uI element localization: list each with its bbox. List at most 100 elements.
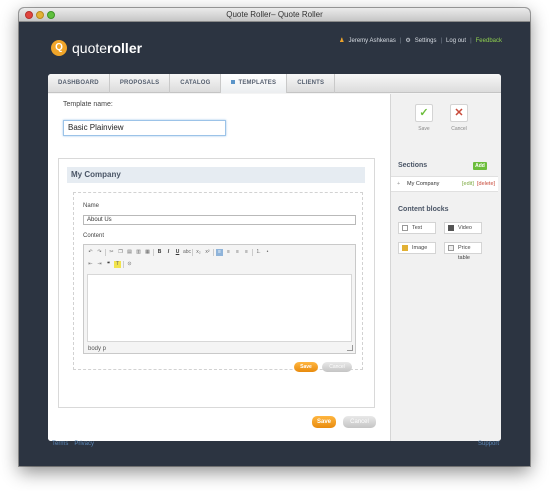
block-price-table[interactable]: Price table	[444, 242, 482, 261]
minimize-window-button[interactable]	[36, 11, 44, 19]
editor-toolbar-row-1: ↶ ↷ ✂ ❐ ▤ ▥ ▦ B I U abc x₂ x² ≡ ≡ ≡ ≡ ⒈ …	[87, 249, 271, 256]
outdent-icon[interactable]: ⇤	[87, 261, 94, 268]
editor-toolbar-row-2: ⇤ ⇥ ❝ T ⊙	[87, 261, 133, 268]
block-text[interactable]: Text	[398, 222, 436, 234]
toolbar-separator	[192, 249, 193, 256]
image-block-icon	[402, 245, 408, 251]
video-block-icon	[448, 225, 454, 231]
section-item-name: My Company	[407, 181, 440, 187]
logo-mark-icon: Q	[51, 40, 67, 56]
drag-handle-icon[interactable]: +	[397, 177, 400, 191]
cut-icon[interactable]: ✂	[108, 249, 115, 256]
underline-icon[interactable]: U	[174, 249, 181, 256]
main-panel: DASHBOARD PROPOSALS CATALOG TEMPLATES CL…	[48, 74, 501, 441]
section-form: Name About Us Content ↶ ↷ ✂ ❐ ▤ ▥ ▦ B I …	[73, 192, 363, 372]
separator: |	[470, 37, 472, 44]
window-title: Quote Roller– Quote Roller	[226, 10, 323, 19]
align-center-icon[interactable]: ≡	[225, 249, 232, 256]
save-check-icon[interactable]: ✓	[415, 104, 433, 122]
settings-link[interactable]: Settings	[415, 38, 437, 44]
tab-dashboard[interactable]: DASHBOARD	[48, 74, 110, 93]
sections-title: Sections	[398, 162, 428, 169]
section-title: My Company	[67, 167, 365, 183]
template-name-label: Template name:	[63, 101, 113, 108]
undo-icon[interactable]: ↶	[87, 249, 94, 256]
rich-text-editor: ↶ ↷ ✂ ❐ ▤ ▥ ▦ B I U abc x₂ x² ≡ ≡ ≡ ≡ ⒈ …	[83, 244, 356, 354]
section-cancel-button[interactable]: Cancel	[322, 362, 352, 372]
separator: |	[440, 37, 443, 44]
text-block-icon	[402, 225, 408, 231]
sidebar-save-label: Save	[418, 126, 430, 132]
toolbar-separator	[105, 249, 106, 256]
toolbar-separator	[252, 249, 253, 256]
edit-section-link[interactable]: [edit]	[462, 177, 474, 191]
highlight-icon[interactable]: T	[114, 261, 121, 268]
link-icon[interactable]: ⊙	[126, 261, 133, 268]
superscript-icon[interactable]: x²	[204, 249, 211, 256]
active-tab-icon	[231, 80, 236, 85]
editor-content-area[interactable]	[87, 274, 352, 342]
cancel-button[interactable]: Cancel	[343, 416, 376, 428]
tab-proposals[interactable]: PROPOSALS	[110, 74, 171, 93]
paste-text-icon[interactable]: ▥	[135, 249, 142, 256]
gear-icon: ⚙	[405, 38, 411, 44]
add-section-button[interactable]: Add	[473, 162, 487, 170]
section-save-button[interactable]: Save	[294, 362, 318, 372]
subscript-icon[interactable]: x₂	[195, 249, 202, 256]
paste-word-icon[interactable]: ▦	[144, 249, 151, 256]
section-list-item[interactable]: + My Company [edit] [delete]	[391, 176, 498, 192]
tab-catalog[interactable]: CATALOG	[170, 74, 222, 93]
align-justify-icon[interactable]: ≡	[243, 249, 250, 256]
editor-element-path: body p	[88, 346, 107, 352]
zoom-window-button[interactable]	[47, 11, 55, 19]
titlebar: Quote Roller– Quote Roller	[19, 8, 530, 22]
save-button[interactable]: Save	[312, 416, 336, 428]
indent-icon[interactable]: ⇥	[96, 261, 103, 268]
section-name-input[interactable]: About Us	[83, 215, 356, 225]
numbered-list-icon[interactable]: ⒈	[255, 249, 262, 256]
quote-icon[interactable]: ❝	[105, 261, 112, 268]
template-editor: Template name: Basic Plainview My Compan…	[48, 94, 390, 441]
strikethrough-icon[interactable]: abc	[183, 249, 191, 256]
block-image-label: Image	[412, 245, 428, 251]
logo[interactable]: Q quoteroller	[51, 38, 142, 58]
block-image[interactable]: Image	[398, 242, 436, 254]
tab-clients[interactable]: CLIENTS	[287, 74, 336, 93]
toolbar-separator	[153, 249, 154, 256]
section-editor: My Company Name About Us Content ↶ ↷ ✂ ❐…	[58, 158, 375, 408]
feedback-link[interactable]: Feedback	[476, 38, 502, 44]
price-table-block-icon	[448, 245, 454, 251]
logo-text: quoteroller	[72, 40, 143, 56]
bullet-list-icon[interactable]: •	[264, 249, 271, 256]
logout-link[interactable]: Log out	[446, 38, 466, 44]
support-link[interactable]: Support	[478, 441, 499, 447]
toolbar-separator	[213, 249, 214, 256]
content-label: Content	[83, 233, 105, 239]
toolbar-separator	[123, 261, 124, 268]
privacy-link[interactable]: Privacy	[74, 441, 94, 447]
bold-icon[interactable]: B	[156, 249, 163, 256]
copy-icon[interactable]: ❐	[117, 249, 124, 256]
tab-templates-label: TEMPLATES	[238, 80, 277, 86]
footer-links: Terms Privacy	[52, 441, 94, 447]
tab-templates[interactable]: TEMPLATES	[221, 74, 288, 93]
terms-link[interactable]: Terms	[52, 441, 68, 447]
align-right-icon[interactable]: ≡	[234, 249, 241, 256]
align-left-icon[interactable]: ≡	[216, 249, 223, 256]
resize-grip-icon[interactable]	[347, 345, 353, 351]
user-name-link[interactable]: Jeremy Ashkenas	[348, 38, 395, 44]
top-links: ♟ Jeremy Ashkenas | ⚙ Settings | Log out…	[339, 37, 502, 45]
italic-icon[interactable]: I	[165, 249, 172, 256]
content-blocks-title: Content blocks	[398, 206, 449, 213]
block-video[interactable]: Video	[444, 222, 482, 234]
nav-tabs: DASHBOARD PROPOSALS CATALOG TEMPLATES CL…	[48, 74, 501, 93]
redo-icon[interactable]: ↷	[96, 249, 103, 256]
block-text-label: Text	[412, 225, 423, 231]
block-video-label: Video	[458, 225, 472, 231]
paste-icon[interactable]: ▤	[126, 249, 133, 256]
sidebar: ✓ Save ✕ Cancel Sections Add + My Compan…	[390, 94, 501, 441]
delete-section-link[interactable]: [delete]	[477, 177, 495, 191]
cancel-x-icon[interactable]: ✕	[450, 104, 468, 122]
close-window-button[interactable]	[25, 11, 33, 19]
template-name-input[interactable]: Basic Plainview	[63, 120, 226, 136]
